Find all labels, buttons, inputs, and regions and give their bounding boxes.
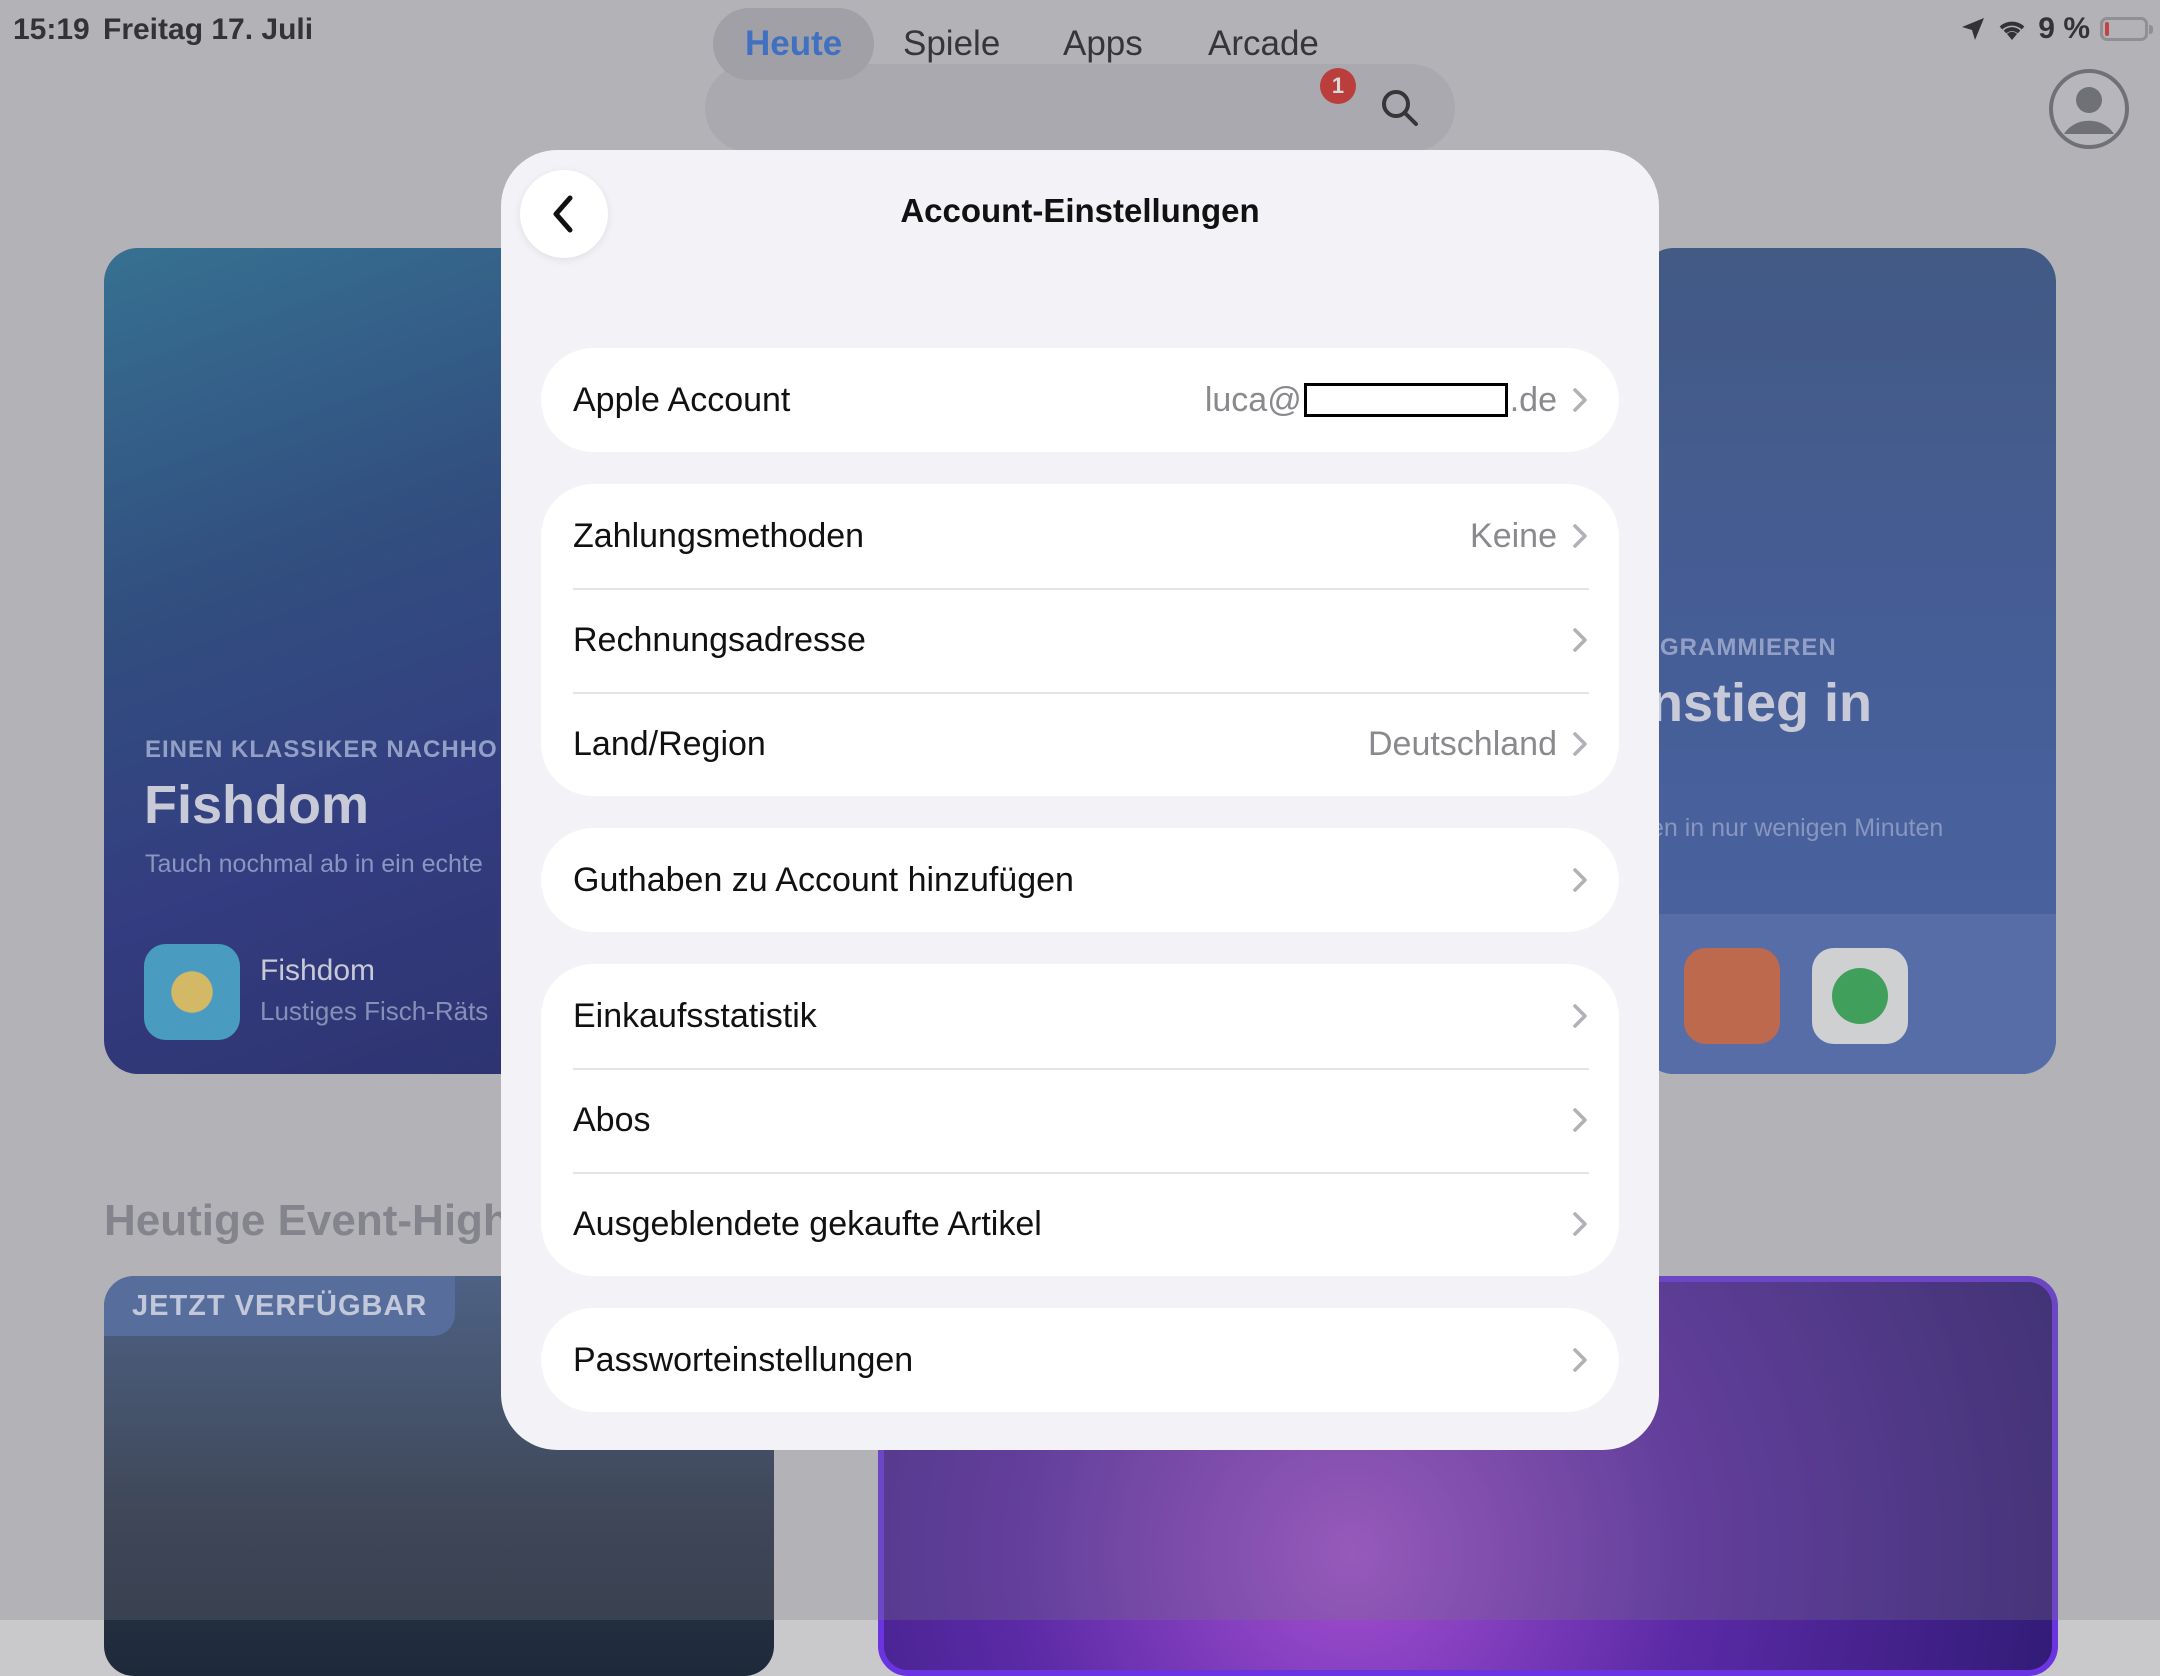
- group-payment: Zahlungsmethoden Keine Rechnungsadresse …: [541, 484, 1619, 796]
- row-label: Passworteinstellungen: [573, 1341, 914, 1379]
- chevron-right-icon: [1573, 524, 1587, 548]
- row-subscriptions[interactable]: Abos: [541, 1068, 1619, 1172]
- account-settings-sheet: Account-Einstellungen Apple Account luca…: [501, 150, 1659, 1450]
- row-add-credit[interactable]: Guthaben zu Account hinzufügen: [541, 828, 1619, 932]
- row-label: Ausgeblendete gekaufte Artikel: [573, 1205, 1042, 1243]
- chevron-right-icon: [1573, 628, 1587, 652]
- account-email: luca@ .de: [1204, 381, 1557, 419]
- row-billing-address[interactable]: Rechnungsadresse: [541, 588, 1619, 692]
- chevron-right-icon: [1573, 388, 1587, 412]
- chevron-right-icon: [1573, 1348, 1587, 1372]
- row-label: Guthaben zu Account hinzufügen: [573, 861, 1074, 899]
- row-label: Zahlungsmethoden: [573, 517, 865, 555]
- group-credit: Guthaben zu Account hinzufügen: [541, 828, 1619, 932]
- redacted-box: [1303, 383, 1508, 417]
- row-label: Einkaufsstatistik: [573, 997, 817, 1035]
- page-title: Account-Einstellungen: [900, 192, 1260, 229]
- group-apple-account: Apple Account luca@ .de: [541, 348, 1619, 452]
- row-value: Keine: [1470, 517, 1557, 555]
- row-apple-account[interactable]: Apple Account luca@ .de: [541, 348, 1619, 452]
- chevron-right-icon: [1573, 1004, 1587, 1028]
- row-label: Abos: [573, 1101, 651, 1139]
- row-password-settings[interactable]: Passworteinstellungen: [541, 1308, 1619, 1412]
- row-hidden-purchases[interactable]: Ausgeblendete gekaufte Artikel: [541, 1172, 1619, 1276]
- chevron-right-icon: [1573, 732, 1587, 756]
- chevron-right-icon: [1573, 1108, 1587, 1132]
- row-purchase-history[interactable]: Einkaufsstatistik: [541, 964, 1619, 1068]
- chevron-right-icon: [1573, 868, 1587, 892]
- row-label: Land/Region: [573, 725, 766, 763]
- row-payment-methods[interactable]: Zahlungsmethoden Keine: [541, 484, 1619, 588]
- row-label: Rechnungsadresse: [573, 621, 866, 659]
- row-value: Deutschland: [1367, 725, 1557, 763]
- group-password: Passworteinstellungen: [541, 1308, 1619, 1412]
- group-purchases: Einkaufsstatistik Abos Ausgeblendete gek…: [541, 964, 1619, 1276]
- row-label: Apple Account: [573, 381, 791, 419]
- chevron-right-icon: [1573, 1212, 1587, 1236]
- row-country-region[interactable]: Land/Region Deutschland: [541, 692, 1619, 796]
